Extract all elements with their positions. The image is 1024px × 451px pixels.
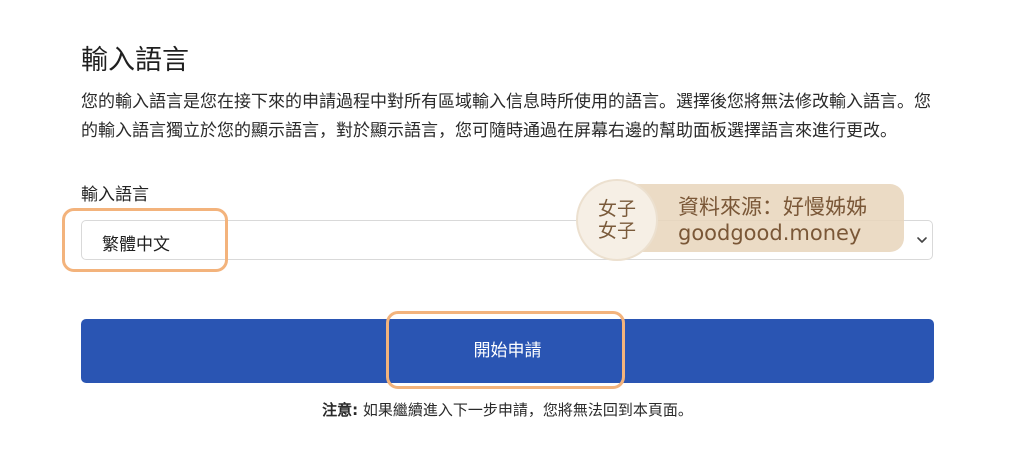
watermark-site: goodgood.money — [678, 221, 862, 245]
watermark-seal: 女子 女子 — [578, 181, 656, 259]
input-language-label: 輸入語言 — [81, 185, 149, 205]
chevron-down-icon — [917, 237, 927, 243]
note-prefix: 注意: — [322, 401, 359, 419]
start-application-button[interactable]: 開始申請 — [81, 319, 934, 383]
note-text: 注意: 如果繼續進入下一步申請，您將無法回到本頁面。 — [0, 399, 1015, 420]
watermark: 女子 女子 資料來源：好慢姊姊 goodgood.money — [578, 181, 908, 261]
section-description: 您的輸入語言是您在接下來的申請過程中對所有區域輸入信息時所使用的語言。選擇後您將… — [81, 92, 931, 141]
note-body: 如果繼續進入下一步申請，您將無法回到本頁面。 — [358, 401, 693, 419]
watermark-seal-line1: 女子 — [597, 198, 636, 220]
selected-language-value: 繁體中文 — [102, 235, 170, 255]
start-application-label: 開始申請 — [473, 341, 542, 361]
watermark-seal-line2: 女子 — [597, 220, 636, 242]
watermark-source-label: 資料來源：好慢姊姊 — [678, 195, 867, 219]
page-title: 輸入語言 — [81, 45, 189, 76]
